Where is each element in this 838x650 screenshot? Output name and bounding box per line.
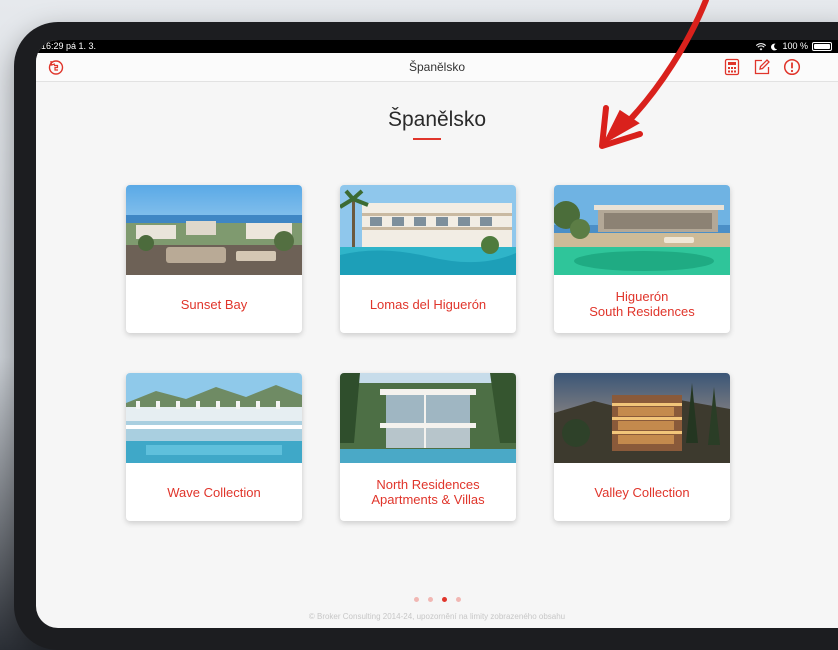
page-dot[interactable] bbox=[413, 597, 419, 602]
project-label: Lomas del Higuerón bbox=[369, 296, 487, 312]
project-label: Higuerón South Residences bbox=[589, 289, 695, 319]
project-photo bbox=[126, 373, 302, 463]
project-photo bbox=[340, 373, 516, 463]
wifi-icon bbox=[756, 42, 767, 50]
project-card-north-residences[interactable]: North Residences Apartments & Villas bbox=[340, 373, 516, 521]
project-photo bbox=[554, 185, 730, 275]
navigation-bar: Španělsko bbox=[36, 53, 838, 82]
project-card-lomas-del-higueron[interactable]: Lomas del Higuerón bbox=[340, 185, 516, 333]
project-label: Wave Collection bbox=[167, 484, 261, 500]
battery-icon bbox=[812, 42, 832, 51]
project-photo bbox=[126, 185, 302, 275]
edit-icon[interactable] bbox=[752, 57, 772, 77]
status-bar: 16:29 pá 1. 3. 100 % bbox=[36, 40, 838, 53]
project-card-sunset-bay[interactable]: Sunset Bay bbox=[126, 185, 302, 333]
page-dot[interactable] bbox=[427, 597, 433, 602]
page-title: Španělsko bbox=[387, 108, 487, 131]
status-time: 16:29 pá 1. 3. bbox=[41, 41, 97, 51]
project-photo bbox=[340, 185, 516, 275]
alert-icon[interactable] bbox=[782, 57, 802, 77]
page-dot[interactable] bbox=[455, 597, 461, 602]
project-label: Valley Collection bbox=[594, 484, 690, 500]
status-indicators: 100 % bbox=[756, 40, 832, 53]
project-card-valley-collection[interactable]: Valley Collection bbox=[554, 373, 730, 521]
calculator-icon[interactable] bbox=[722, 57, 742, 77]
page-indicator[interactable] bbox=[36, 597, 838, 602]
project-card-wave-collection[interactable]: Wave Collection bbox=[126, 373, 302, 521]
footer-copyright: © Broker Consulting 2014-24, upozornění … bbox=[308, 612, 566, 621]
rotate-back-icon[interactable] bbox=[46, 57, 66, 77]
nav-title: Španělsko bbox=[408, 60, 466, 74]
app-screen: 16:29 pá 1. 3. 100 % Španělsko Španělsko… bbox=[36, 40, 838, 628]
battery-percent: 100 % bbox=[782, 41, 808, 51]
project-label: North Residences Apartments & Villas bbox=[371, 477, 485, 507]
title-underline bbox=[413, 138, 441, 140]
project-label: Sunset Bay bbox=[180, 296, 248, 312]
page-dot-active[interactable] bbox=[441, 597, 447, 602]
project-photo bbox=[554, 373, 730, 463]
moon-icon bbox=[771, 43, 778, 50]
project-card-higueron-south-residences[interactable]: Higuerón South Residences bbox=[554, 185, 730, 333]
